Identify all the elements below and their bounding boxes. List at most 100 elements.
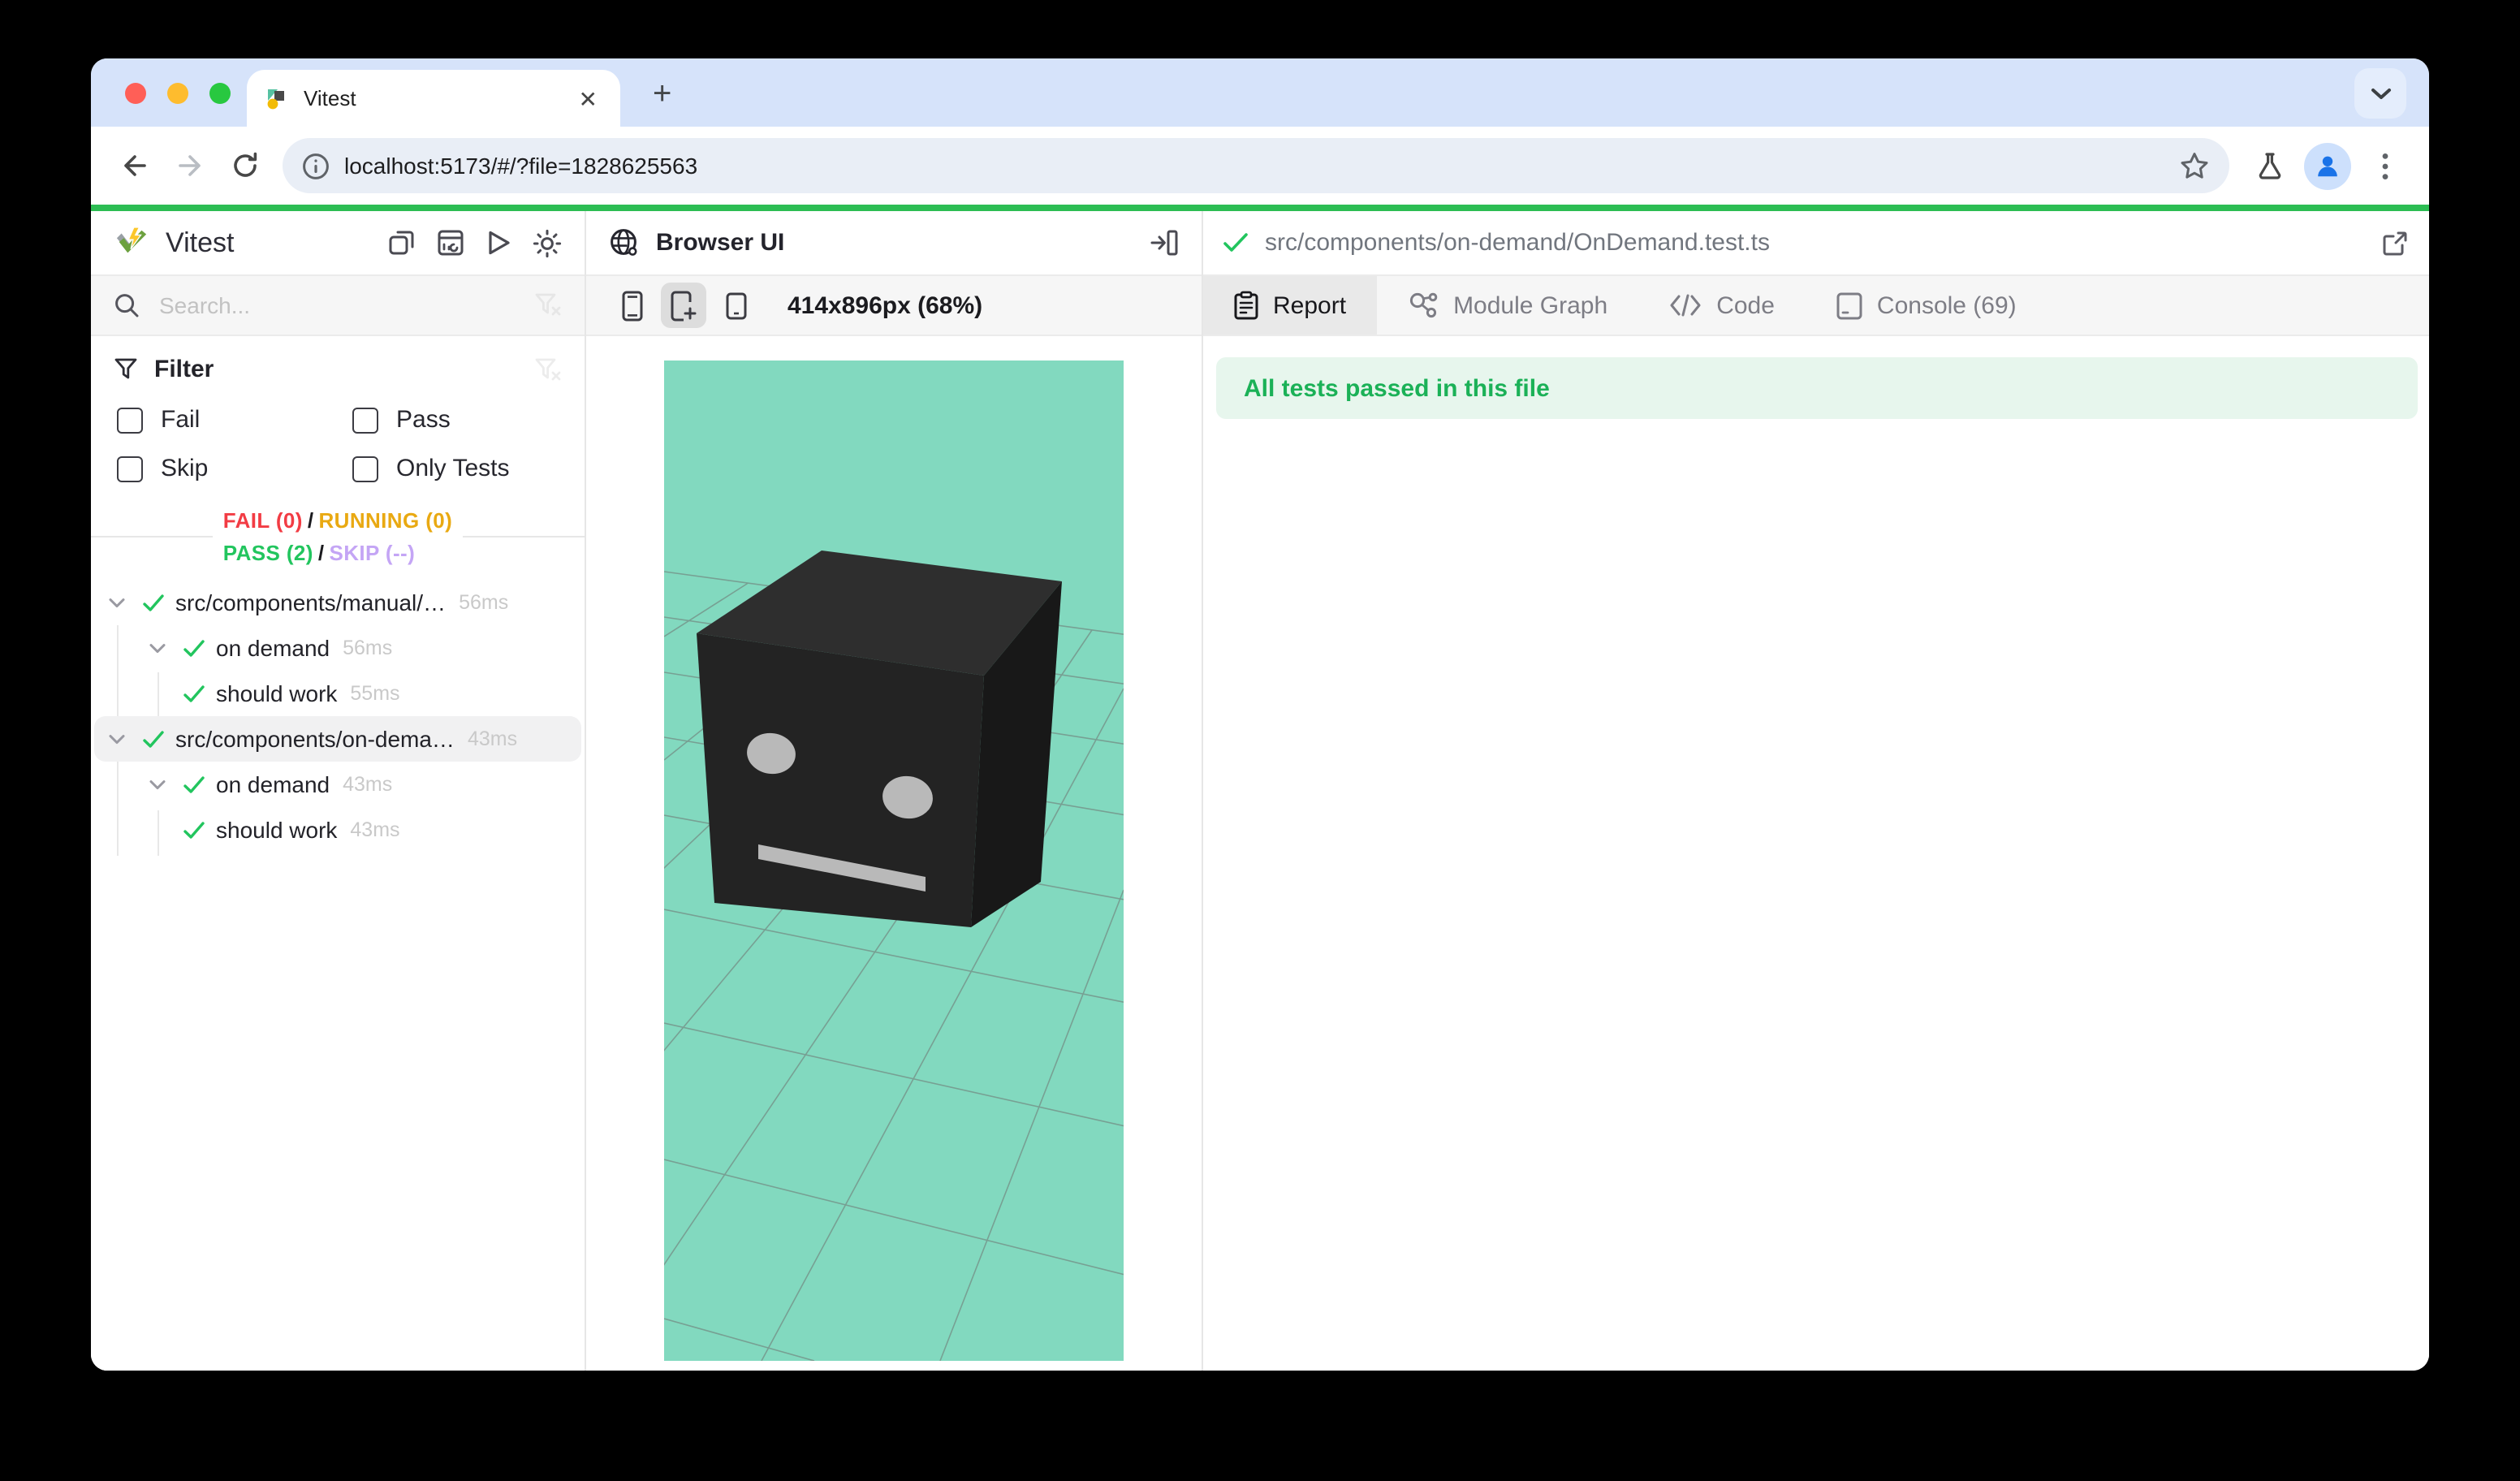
- app-toolbar: 414x896px (68%) Report Module Graph: [91, 274, 2429, 336]
- tab-code-label: Code: [1716, 291, 1775, 319]
- vitest-brand: Vitest: [114, 226, 234, 260]
- collapse-panels-icon[interactable]: [388, 229, 416, 257]
- test-duration: 56ms: [459, 591, 508, 614]
- clipboard-icon: [1234, 291, 1258, 320]
- vitest-favicon: [263, 85, 289, 111]
- browser-toolbar: localhost:5173/#/?file=1828625563: [91, 127, 2429, 205]
- reload-button[interactable]: [218, 138, 273, 193]
- filter-checkbox-only-tests[interactable]: Only Tests: [352, 455, 585, 482]
- tree-row-file-selected[interactable]: src/components/on-dema… 43ms: [91, 716, 585, 762]
- module-graph-icon: [1408, 291, 1439, 320]
- tree-row-test[interactable]: should work 43ms: [91, 807, 585, 853]
- open-external-icon[interactable]: [2380, 228, 2410, 257]
- checkbox-icon[interactable]: [352, 407, 378, 433]
- panel-title: Browser UI: [656, 229, 784, 257]
- robot-cube: [697, 551, 1062, 927]
- bookmark-star-icon[interactable]: [2179, 150, 2210, 181]
- flask-icon: [2255, 151, 2285, 180]
- minimize-window-button[interactable]: [167, 83, 188, 104]
- tree-row-test[interactable]: should work 55ms: [91, 671, 585, 716]
- tree-row-suite[interactable]: on demand 43ms: [91, 762, 585, 807]
- filter-checkbox-pass[interactable]: Pass: [352, 406, 585, 434]
- checkbox-label: Fail: [161, 406, 200, 434]
- test-duration: 56ms: [343, 637, 392, 659]
- pass-check-icon: [142, 730, 163, 748]
- test-duration: 55ms: [350, 682, 399, 705]
- test-sidebar: Filter Fail Pass Skip Only Tests FAIL (0…: [91, 336, 585, 1371]
- tests-passed-banner: All tests passed in this file: [1216, 357, 2418, 419]
- chrome-actions: [2242, 138, 2413, 193]
- phone-small-icon: [725, 291, 746, 319]
- panel-divider[interactable]: [1202, 211, 1203, 1371]
- viewport-phone-button[interactable]: [609, 283, 654, 328]
- search-input[interactable]: [156, 291, 518, 320]
- tab-search-button[interactable]: [2354, 68, 2406, 119]
- browser-preview-panel: [586, 336, 1202, 1371]
- tab-console[interactable]: Console (69): [1806, 276, 2048, 335]
- viewport-small-button[interactable]: [713, 283, 758, 328]
- tree-row-file[interactable]: src/components/manual/… 56ms: [91, 580, 585, 625]
- phone-plus-icon: [671, 290, 697, 321]
- filter-checkbox-skip[interactable]: Skip: [117, 455, 352, 482]
- viewport-size-label[interactable]: 414x896px (68%): [788, 291, 982, 319]
- checkbox-label: Pass: [396, 406, 451, 434]
- run-all-icon[interactable]: [485, 229, 511, 257]
- filter-checkbox-fail[interactable]: Fail: [117, 406, 352, 434]
- clear-search-filter-icon[interactable]: [534, 292, 562, 318]
- sidebar-divider[interactable]: [585, 211, 586, 1371]
- forward-button[interactable]: [162, 138, 218, 193]
- url-text[interactable]: localhost:5173/#/?file=1828625563: [344, 153, 2179, 179]
- stat-skip: SKIP (--): [330, 541, 416, 565]
- test-duration: 43ms: [343, 773, 392, 796]
- tab-console-label: Console (69): [1877, 291, 2017, 319]
- profile-avatar[interactable]: [2304, 142, 2351, 189]
- dashboard-icon[interactable]: [437, 229, 464, 257]
- site-info-icon[interactable]: [302, 152, 330, 179]
- checkbox-icon[interactable]: [352, 456, 378, 481]
- screenshot-stage: Vitest ✕ +: [0, 0, 2520, 1481]
- pass-check-icon: [142, 594, 163, 611]
- kebab-menu-icon: [2382, 152, 2388, 179]
- report-panel: All tests passed in this file: [1203, 336, 2429, 1371]
- tab-code[interactable]: Code: [1638, 276, 1806, 335]
- tab-title: Vitest: [304, 86, 572, 110]
- tab-close-icon[interactable]: ✕: [572, 84, 604, 113]
- menu-button[interactable]: [2358, 138, 2413, 193]
- test-file-label: src/components/on-dema…: [175, 726, 455, 752]
- filter-funnel-icon: [114, 357, 138, 382]
- page-load-progress-bar: [91, 205, 2429, 211]
- tree-row-suite[interactable]: on demand 56ms: [91, 625, 585, 671]
- chevron-down-icon: [2370, 87, 2391, 100]
- checkbox-icon[interactable]: [117, 456, 143, 481]
- close-window-button[interactable]: [125, 83, 146, 104]
- pass-check-icon: [183, 821, 204, 839]
- tab-report[interactable]: Report: [1203, 276, 1377, 335]
- tab-module-graph[interactable]: Module Graph: [1377, 276, 1638, 335]
- back-button[interactable]: [107, 138, 162, 193]
- viewport-custom-button[interactable]: [661, 283, 706, 328]
- person-icon: [2314, 152, 2341, 179]
- stat-pass: PASS (2): [223, 541, 313, 565]
- phone-portrait-icon: [621, 290, 642, 321]
- clear-filters-icon[interactable]: [534, 356, 562, 382]
- browser-tab[interactable]: Vitest ✕: [247, 70, 620, 127]
- search-bar[interactable]: [114, 291, 562, 320]
- theme-toggle-sun-icon[interactable]: [533, 228, 562, 257]
- dock-panel-right-icon[interactable]: [1150, 229, 1179, 257]
- test-case-label: should work: [216, 680, 337, 706]
- url-bar[interactable]: localhost:5173/#/?file=1828625563: [283, 138, 2229, 193]
- 3d-scene: [664, 361, 1124, 1361]
- test-suite-label: on demand: [216, 635, 330, 661]
- checkbox-icon[interactable]: [117, 407, 143, 433]
- chevron-down-icon[interactable]: [149, 779, 166, 790]
- new-tab-button[interactable]: +: [640, 73, 684, 117]
- chevron-down-icon[interactable]: [109, 733, 125, 745]
- chevron-down-icon[interactable]: [109, 597, 125, 608]
- chevron-down-icon[interactable]: [149, 642, 166, 654]
- pass-check-icon: [183, 775, 204, 793]
- checkbox-label: Only Tests: [396, 455, 510, 482]
- test-viewport[interactable]: [664, 361, 1124, 1361]
- forward-arrow-icon: [175, 151, 205, 180]
- experiments-button[interactable]: [2242, 138, 2298, 193]
- zoom-window-button[interactable]: [209, 83, 231, 104]
